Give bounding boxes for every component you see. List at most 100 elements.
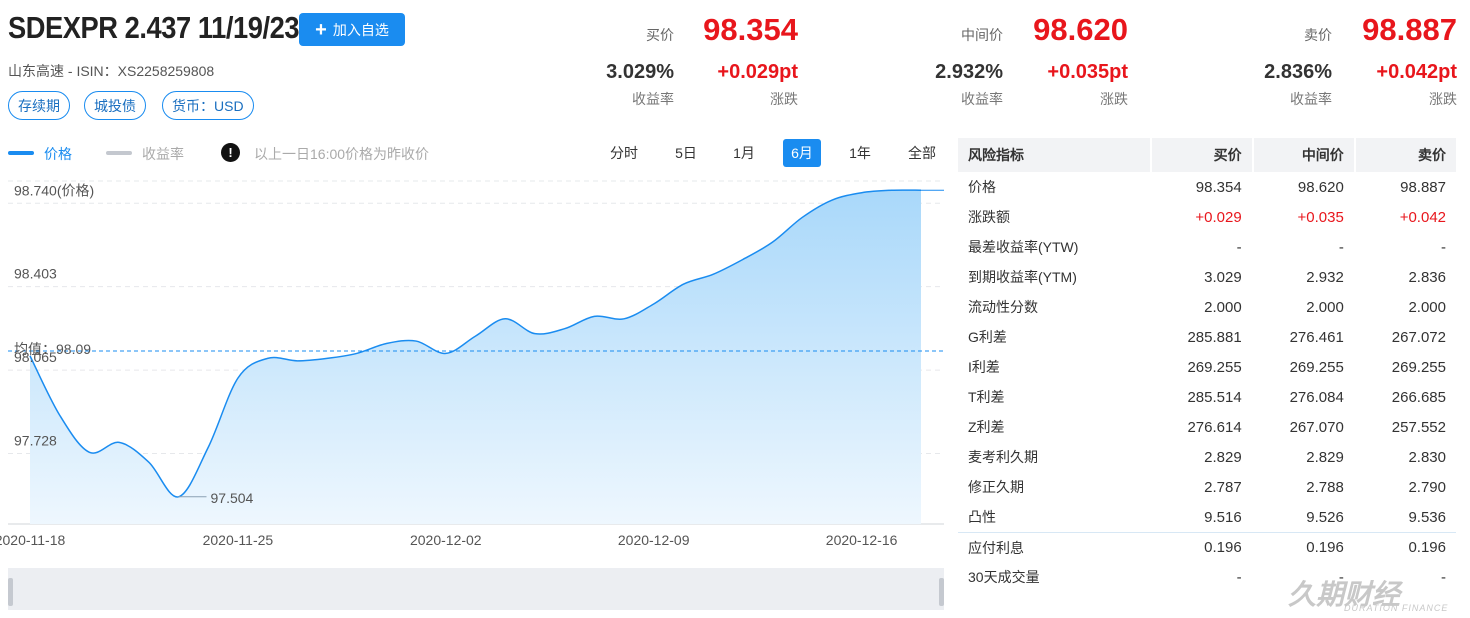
table-row: 麦考利久期 2.829 2.829 2.830: [958, 442, 1456, 472]
table-row: G利差 285.881 276.461 267.072: [958, 322, 1456, 352]
navigator-right-handle[interactable]: [939, 578, 944, 606]
tag-currency[interactable]: 货币：USD: [162, 91, 254, 120]
row-value: 0.196: [1251, 532, 1354, 562]
tag-status-label: 存续期: [18, 97, 60, 114]
row-value: 2.000: [1408, 298, 1446, 316]
row-value: 269.255: [1187, 358, 1242, 376]
price-legend-swatch[interactable]: [8, 151, 34, 155]
row-value: 257.552: [1391, 418, 1446, 436]
header-bid: 买价: [1149, 138, 1252, 172]
period-1m[interactable]: 1月: [724, 139, 764, 167]
navigator-left-handle[interactable]: [8, 578, 13, 606]
yield-legend-swatch[interactable]: [106, 151, 132, 155]
table-row: 应付利息 0.196 0.196 0.196: [958, 532, 1456, 562]
tag-currency-label: 货币：USD: [172, 97, 244, 114]
row-value: 3.029: [1204, 268, 1242, 286]
row-value: 9.536: [1408, 508, 1446, 526]
row-value: 2.000: [1204, 298, 1242, 316]
price-area-fill: [30, 190, 921, 524]
bond-title: SDEXPR 2.437 11/19/23: [8, 10, 300, 45]
y-tick-label: 98.403: [14, 266, 57, 282]
row-label: Z利差: [968, 419, 1005, 435]
period-1y[interactable]: 1年: [840, 139, 880, 167]
row-value: 269.255: [1289, 358, 1344, 376]
plus-icon: +: [315, 18, 327, 41]
table-row: 到期收益率(YTM) 3.029 2.932 2.836: [958, 262, 1456, 292]
mid-price: 98.620: [1033, 12, 1128, 47]
row-label: 流动性分数: [968, 299, 1038, 315]
ask-change: +0.042pt: [1376, 61, 1457, 83]
row-label: 最差收益率(YTW): [968, 239, 1079, 255]
tag-status[interactable]: 存续期: [8, 91, 70, 120]
bid-yield-label: 收益率: [632, 91, 674, 107]
table-row: 价格 98.354 98.620 98.887: [958, 172, 1456, 202]
row-value: 98.620: [1297, 178, 1344, 196]
ask-yield: 2.836%: [1264, 61, 1332, 83]
info-icon: !: [221, 143, 240, 162]
period-6m[interactable]: 6月: [783, 139, 821, 167]
row-value: 2.830: [1408, 448, 1446, 466]
row-value: 2.790: [1408, 478, 1446, 496]
table-row: I利差 269.255 269.255 269.255: [958, 352, 1456, 382]
ask-label: 卖价: [1304, 27, 1332, 43]
row-label: 凸性: [968, 509, 996, 525]
bid-yield: 3.029%: [606, 61, 674, 83]
row-value: -: [1338, 238, 1344, 256]
tag-category[interactable]: 城投债: [84, 91, 146, 120]
table-row: 最差收益率(YTW) - - -: [958, 232, 1456, 262]
period-all[interactable]: 全部: [902, 139, 942, 167]
row-value: 98.354: [1195, 178, 1242, 196]
row-label: 修正久期: [968, 479, 1024, 495]
row-value: 269.255: [1391, 358, 1446, 376]
table-row: T利差 285.514 276.084 266.685: [958, 382, 1456, 412]
bid-change-label: 涨跌: [770, 91, 798, 107]
y-tick-label: 98.740(价格): [14, 182, 94, 198]
period-intraday[interactable]: 分时: [604, 139, 644, 167]
row-value: 9.526: [1306, 508, 1344, 526]
row-value: 2.829: [1306, 448, 1344, 466]
tag-category-label: 城投债: [94, 97, 136, 114]
bid-change: +0.029pt: [717, 61, 798, 83]
header-indicator: 风险指标: [958, 138, 1150, 172]
row-value: +0.042: [1399, 208, 1446, 226]
row-label: G利差: [968, 329, 1007, 345]
row-label: 麦考利久期: [968, 449, 1038, 465]
row-label: T利差: [968, 389, 1005, 405]
y-tick-label: 97.728: [14, 432, 57, 448]
y-tick-label: 98.065: [14, 349, 57, 365]
yield-legend-label[interactable]: 收益率: [142, 144, 184, 164]
mid-change-label: 涨跌: [1100, 91, 1128, 107]
add-to-watchlist-button[interactable]: + 加入自选: [299, 13, 405, 46]
mid-label: 中间价: [961, 27, 1003, 43]
row-value: 267.070: [1289, 418, 1344, 436]
row-value: 2.788: [1306, 478, 1344, 496]
row-value: 276.461: [1289, 328, 1344, 346]
row-label: 到期收益率(YTM): [968, 269, 1077, 285]
row-value: 2.000: [1306, 298, 1344, 316]
header-ask: 卖价: [1353, 138, 1456, 172]
table-row: 流动性分数 2.000 2.000 2.000: [958, 292, 1456, 322]
period-5d[interactable]: 5日: [666, 139, 706, 167]
row-value: 9.516: [1204, 508, 1242, 526]
row-value: 285.514: [1187, 388, 1242, 406]
prev-close-note: 以上一日16:00价格为昨收价: [254, 146, 430, 162]
mid-yield-label: 收益率: [961, 91, 1003, 107]
row-label: 30天成交量: [968, 569, 1040, 585]
mid-change: +0.035pt: [1047, 61, 1128, 83]
price-area-chart[interactable]: 均值：98.0998.740(价格)98.40398.06597.72897.5…: [0, 168, 948, 568]
row-value: 0.196: [1149, 532, 1252, 562]
row-value: 285.881: [1187, 328, 1242, 346]
price-legend-label[interactable]: 价格: [44, 144, 72, 164]
duration-finance-logo-sub: DURATION FINANCE: [1344, 603, 1449, 613]
x-tick-label: 2020-11-18: [0, 532, 65, 548]
row-label: I利差: [968, 359, 1000, 375]
table-header-row: 风险指标 买价 中间价 卖价: [958, 138, 1456, 172]
bid-price: 98.354: [703, 12, 798, 47]
range-navigator[interactable]: [8, 568, 944, 610]
x-tick-label: 2020-12-02: [410, 532, 482, 548]
mid-yield: 2.932%: [935, 61, 1003, 83]
row-value: 2.787: [1204, 478, 1242, 496]
row-value: -: [1236, 238, 1242, 256]
issuer-isin: 山东高速 - ISIN：XS2258259808: [8, 63, 215, 79]
row-value: 276.614: [1187, 418, 1242, 436]
